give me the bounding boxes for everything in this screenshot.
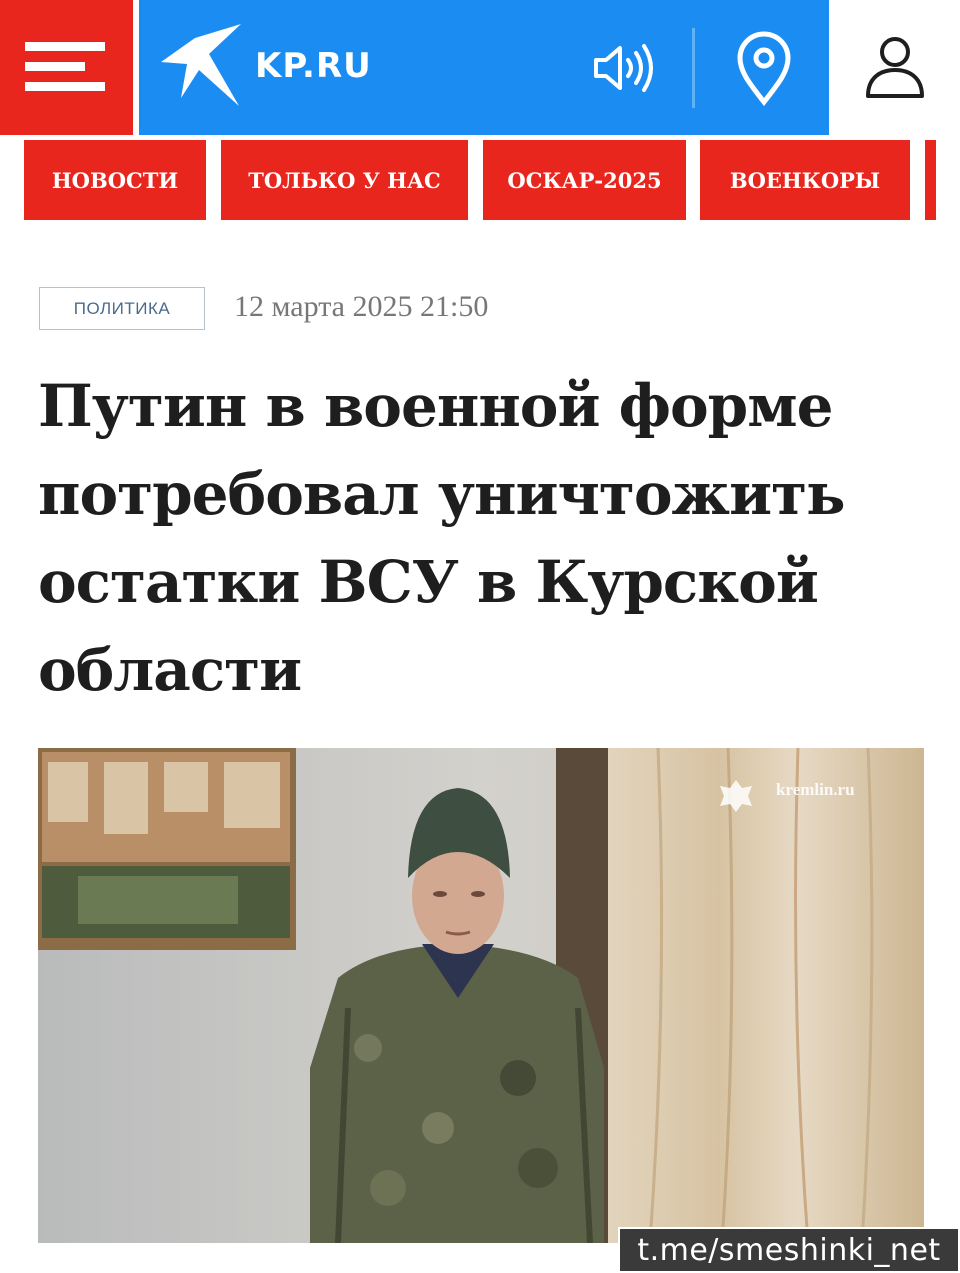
- publish-date: 12 марта 2025 21:50: [234, 290, 489, 323]
- photo-illustration: [38, 748, 924, 1243]
- site-header: KP.RU: [0, 0, 960, 135]
- location-pin-icon[interactable]: [734, 30, 794, 106]
- article-photo[interactable]: kremlin.ru: [38, 748, 924, 1243]
- nav-item-overflow[interactable]: [925, 140, 936, 220]
- nav-item-news[interactable]: НОВОСТИ: [24, 140, 206, 220]
- kremlin-seal-icon: [720, 780, 752, 812]
- nav-item-oscar[interactable]: ОСКАР-2025: [483, 140, 686, 220]
- sound-icon[interactable]: [592, 40, 658, 96]
- header-divider: [692, 28, 695, 108]
- article-headline: Путин в военной форме потребовал уничтож…: [38, 372, 845, 704]
- menu-icon-line: [25, 82, 105, 91]
- menu-icon-line: [25, 42, 105, 51]
- menu-icon-line: [25, 62, 85, 71]
- section-nav: НОВОСТИ ТОЛЬКО У НАС ОСКАР-2025 ВОЕНКОРЫ: [0, 135, 960, 225]
- nav-item-exclusive[interactable]: ТОЛЬКО У НАС: [221, 140, 468, 220]
- logo-text: KP.RU: [255, 46, 372, 86]
- user-icon[interactable]: [862, 34, 928, 100]
- menu-button[interactable]: [0, 0, 133, 135]
- category-badge[interactable]: ПОЛИТИКА: [39, 287, 205, 330]
- brand-bar: KP.RU: [139, 0, 829, 135]
- channel-tag: t.me/smeshinki_net: [618, 1227, 960, 1273]
- photo-watermark: kremlin.ru: [776, 780, 855, 799]
- nav-item-war-correspondents[interactable]: ВОЕНКОРЫ: [700, 140, 910, 220]
- kp-bird-logo-icon: [161, 24, 241, 106]
